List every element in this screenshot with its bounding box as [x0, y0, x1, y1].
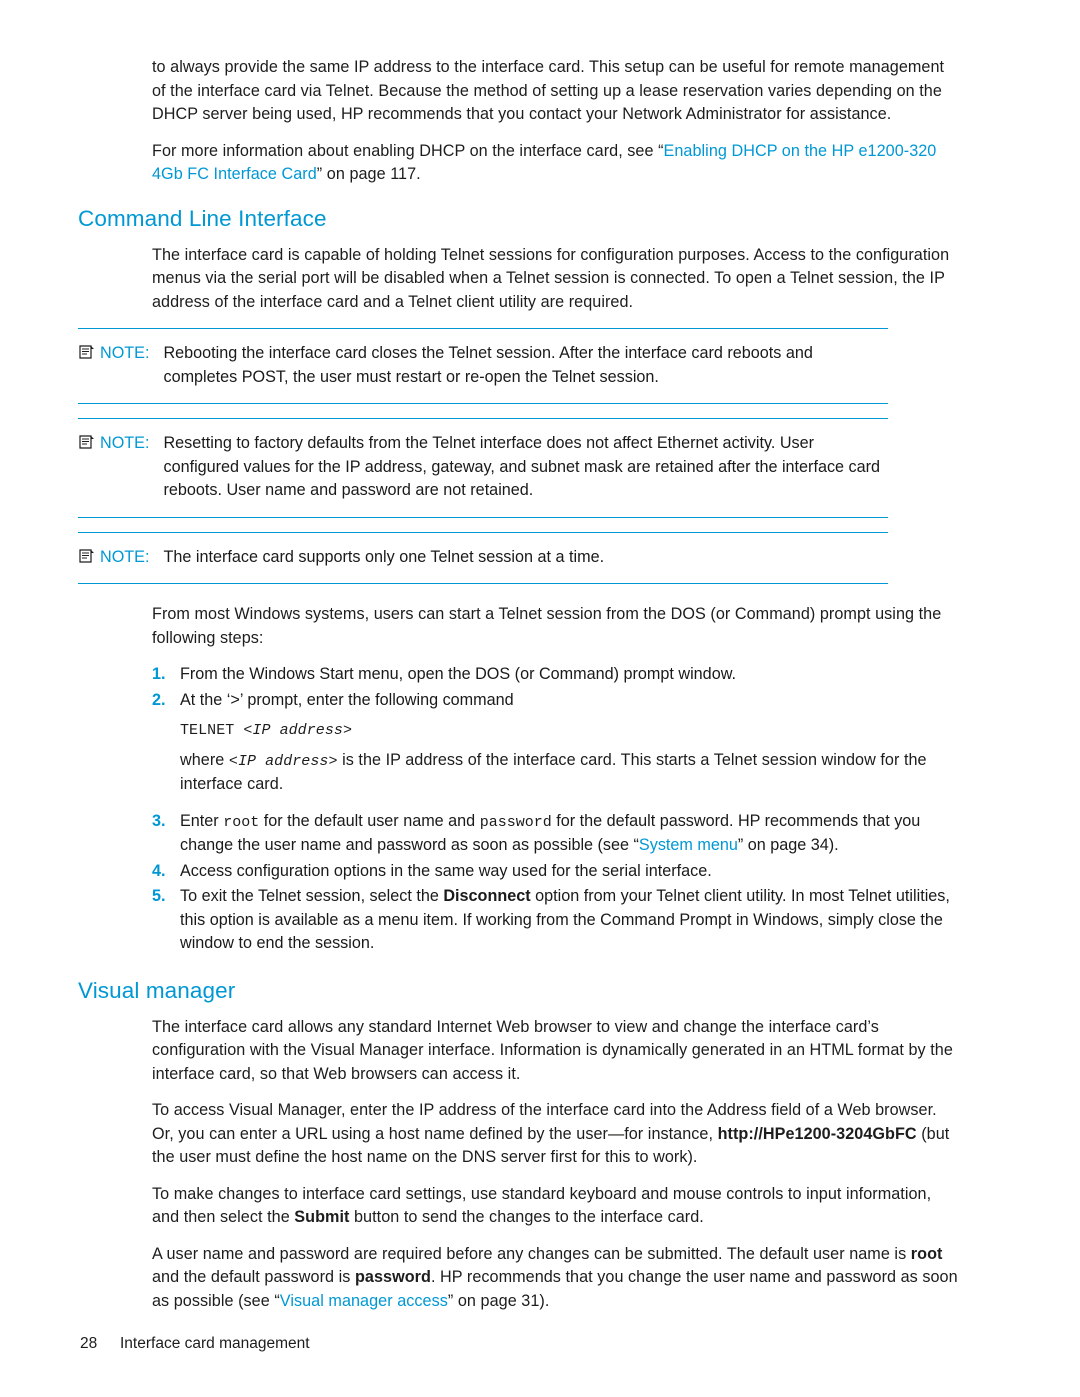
vm4-b: and the default password is [152, 1268, 355, 1286]
list-item-step-2: 2. At the ‘>’ prompt, enter the following… [152, 689, 962, 713]
step5-bold-disconnect: Disconnect [443, 887, 531, 905]
note-body: NOTE: Resetting to factory defaults from… [78, 419, 888, 517]
note-block-3: NOTE: The interface card supports only o… [78, 531, 888, 584]
step3-b: for the default user name and [259, 811, 480, 830]
telnet-command-keyword: TELNET [180, 722, 244, 739]
note-block-1: NOTE: Rebooting the interface card close… [78, 328, 888, 404]
list-item-step-1: 1. From the Windows Start menu, open the … [152, 663, 962, 687]
vm3-b: button to send the changes to the interf… [349, 1208, 704, 1226]
step3-a: Enter [180, 811, 224, 830]
note-label: NOTE: [100, 434, 150, 452]
note-label: NOTE: [100, 547, 150, 566]
vm3-bold-submit: Submit [294, 1208, 350, 1226]
vm4-bold-root: root [910, 1244, 943, 1263]
note-icon [78, 432, 100, 452]
note-rule-bottom [78, 516, 888, 518]
telnet-command: TELNET <IP address> [152, 718, 962, 743]
step-number: 2. [152, 690, 166, 709]
where-prefix: where [180, 750, 229, 769]
step3-d: ” on page 34). [737, 836, 839, 854]
step3-root: root [223, 813, 260, 831]
link-visual-manager-access[interactable]: Visual manager access [280, 1292, 448, 1310]
paragraph-intro: to always provide the same IP address to… [152, 58, 945, 123]
note-label: NOTE: [100, 344, 150, 362]
more-info-suffix: ” on page 117. [316, 165, 421, 183]
vm2-url: http://HPe1200-3204GbFC [717, 1124, 917, 1143]
note-text: Rebooting the interface card closes the … [163, 344, 813, 386]
paragraph-where: where <IP address> is the IP address of … [152, 749, 962, 797]
step-text: At the ‘>’ prompt, enter the following c… [180, 690, 514, 709]
note-body: NOTE: The interface card supports only o… [78, 533, 888, 584]
footer-page-number: 28 [80, 1335, 98, 1352]
footer-chapter: Interface card management [120, 1335, 310, 1352]
list-item-step-3: 3. Enter root for the default user name a… [152, 810, 962, 858]
heading-visual-manager: Visual manager [78, 977, 236, 1003]
note-icon [78, 342, 100, 362]
list-item-step-5: 5. To exit the Telnet session, select the… [152, 885, 962, 956]
paragraph-vm-3: To make changes to interface card settin… [152, 1183, 962, 1230]
note-icon [78, 546, 100, 566]
paragraph-vm-2: To access Visual Manager, enter the IP a… [152, 1099, 962, 1170]
note-text: Resetting to factory defaults from the T… [163, 434, 881, 499]
step-text: Access configuration options in the same… [180, 861, 712, 880]
paragraph-cli-intro: The interface card is capable of holding… [152, 245, 950, 311]
note-body: NOTE: Rebooting the interface card close… [78, 329, 888, 403]
vm4-a: A user name and password are required be… [152, 1244, 911, 1263]
note-block-2: NOTE: Resetting to factory defaults from… [78, 418, 888, 518]
step-number: 3. [152, 811, 166, 830]
note-text: The interface card supports only one Tel… [163, 547, 605, 566]
step-number: 4. [152, 861, 166, 880]
step5-a: To exit the Telnet session, select the [180, 887, 444, 905]
paragraph-vm-1: The interface card allows any standard I… [152, 1017, 953, 1083]
paragraph-telnet-lead: From most Windows systems, users can sta… [152, 605, 942, 647]
note-rule-bottom [78, 403, 888, 404]
link-system-menu[interactable]: System menu [639, 836, 738, 854]
telnet-command-arg: <IP address> [243, 722, 352, 739]
vm4-d: ” on page 31). [447, 1291, 550, 1310]
note-rule-bottom [78, 583, 888, 584]
step-number: 1. [152, 665, 166, 683]
paragraph-more-info: For more information about enabling DHCP… [152, 140, 962, 187]
vm4-bold-password: password [354, 1268, 431, 1286]
list-item-step-4: 4. Access configuration options in the sa… [152, 860, 962, 884]
where-arg: <IP address> [228, 752, 338, 770]
telnet-steps-list-2: 3. Enter root for the default user name a… [152, 810, 962, 956]
page-footer: 28 Interface card management [80, 1335, 310, 1353]
heading-command-line-interface: Command Line Interface [78, 205, 327, 231]
telnet-steps-list: 1. From the Windows Start menu, open the … [152, 663, 962, 712]
more-info-prefix: For more information about enabling DHCP… [152, 141, 664, 160]
document-page: to always provide the same IP address to… [0, 0, 1080, 1397]
step-text: From the Windows Start menu, open the DO… [180, 665, 736, 683]
step3-password: password [479, 813, 552, 831]
step-number: 5. [152, 887, 166, 905]
paragraph-vm-4: A user name and password are required be… [152, 1243, 962, 1314]
